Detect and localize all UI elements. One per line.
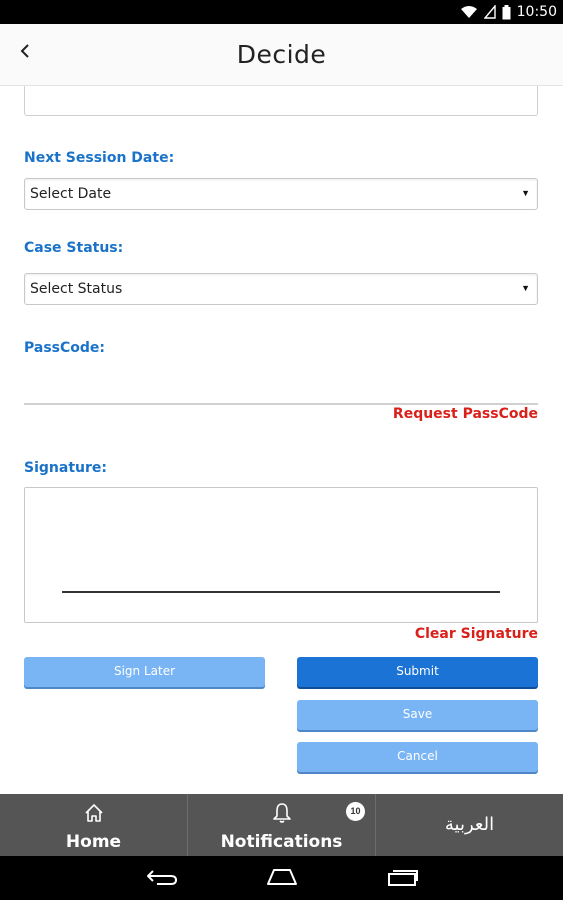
system-back-button[interactable] xyxy=(142,866,182,892)
action-bar: Decide xyxy=(0,24,563,86)
notes-textarea[interactable] xyxy=(24,86,538,116)
form-content[interactable]: Next Session Date: Select Date ▼ Case St… xyxy=(0,86,563,794)
page-title: Decide xyxy=(236,40,327,69)
next-session-date-select[interactable]: Select Date ▼ xyxy=(24,178,538,210)
wifi-icon xyxy=(460,5,478,19)
notifications-count-badge: 10 xyxy=(346,802,365,821)
system-nav-bar xyxy=(0,856,563,900)
back-arrow-icon xyxy=(145,867,179,892)
nav-home-label: Home xyxy=(65,832,122,852)
home-icon xyxy=(83,802,105,829)
clear-signature-link[interactable]: Clear Signature xyxy=(415,626,538,642)
signature-pad[interactable] xyxy=(24,487,538,623)
system-recents-button[interactable] xyxy=(383,866,423,892)
dropdown-arrow-icon: ▼ xyxy=(521,283,530,293)
case-status-value: Select Status xyxy=(30,281,123,297)
case-status-label: Case Status: xyxy=(24,240,124,256)
passcode-underline xyxy=(24,403,538,405)
status-bar: 10:50 xyxy=(0,0,563,24)
home-outline-icon xyxy=(264,868,300,891)
dropdown-arrow-icon: ▼ xyxy=(521,188,530,198)
passcode-input[interactable] xyxy=(24,371,538,403)
system-home-button[interactable] xyxy=(262,866,302,892)
cancel-button[interactable]: Cancel xyxy=(297,742,538,772)
nav-notifications[interactable]: 10 Notifications xyxy=(188,794,376,856)
signature-label: Signature: xyxy=(24,460,107,476)
next-session-date-value: Select Date xyxy=(30,186,112,202)
signal-icon xyxy=(483,5,496,19)
next-session-label: Next Session Date: xyxy=(24,150,175,166)
signature-baseline xyxy=(62,591,500,593)
status-time: 10:50 xyxy=(516,4,557,20)
status-icons: 10:50 xyxy=(460,3,557,21)
nav-notifications-label: Notifications xyxy=(220,832,343,852)
app-screen: 10:50 Decide Next Session Date: Select D… xyxy=(0,0,563,900)
sign-later-button[interactable]: Sign Later xyxy=(24,657,265,687)
nav-language-label: العربية xyxy=(444,814,495,835)
battery-icon xyxy=(502,4,511,20)
passcode-label: PassCode: xyxy=(24,340,106,356)
save-button[interactable]: Save xyxy=(297,700,538,730)
bottom-nav: Home 10 Notifications العربية xyxy=(0,794,563,856)
bell-icon xyxy=(272,802,292,829)
nav-home[interactable]: Home xyxy=(0,794,188,856)
request-passcode-link[interactable]: Request PassCode xyxy=(393,406,538,422)
case-status-select[interactable]: Select Status ▼ xyxy=(24,273,538,305)
nav-language[interactable]: العربية xyxy=(376,794,563,856)
recents-icon xyxy=(386,867,420,892)
submit-button[interactable]: Submit xyxy=(297,657,538,687)
